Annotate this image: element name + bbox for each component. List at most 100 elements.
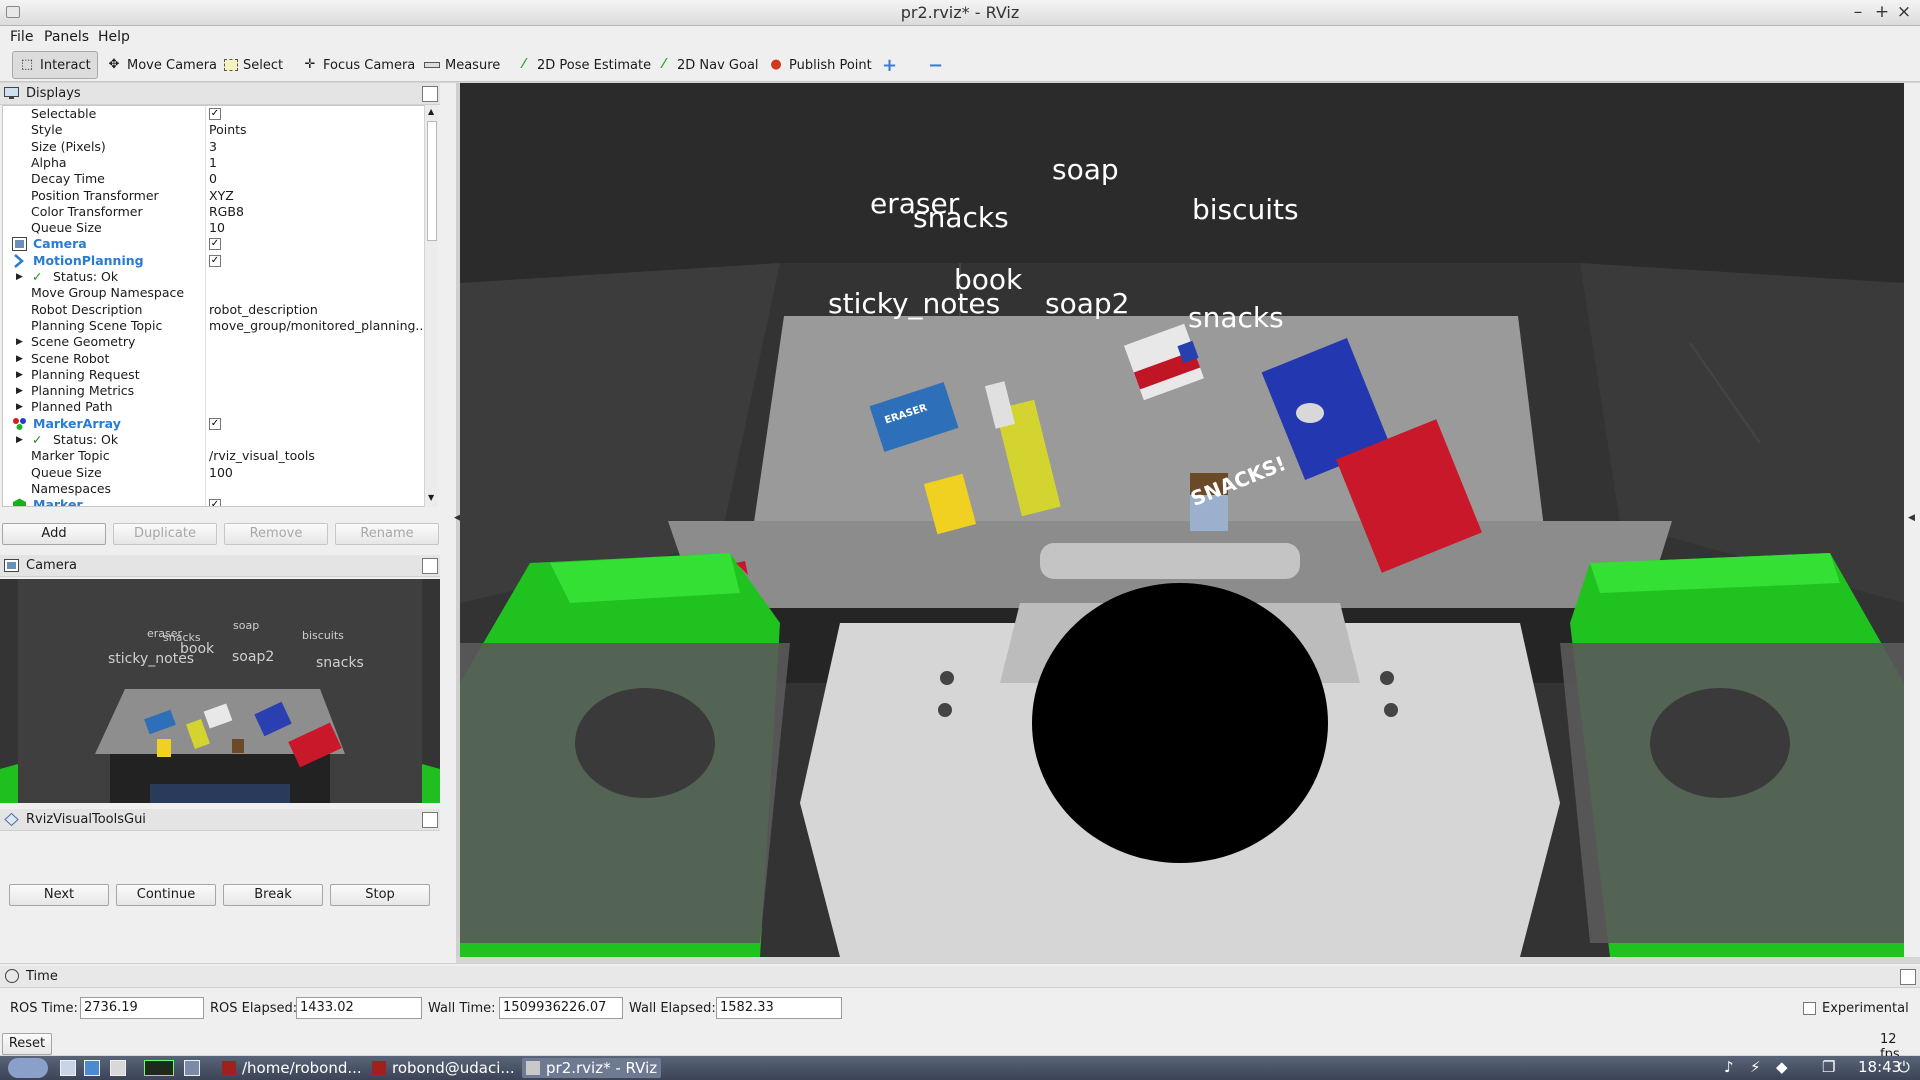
tool-publish-point[interactable]: ● Publish Point [762, 51, 878, 79]
displays-close-checkbox[interactable] [422, 86, 438, 102]
displays-tree[interactable]: Selectable ✓ Style Points Size (Pixels) 3 Alph… [2, 105, 426, 507]
camera-view[interactable]: eraser snacks soap biscuits sticky_notes… [0, 579, 440, 803]
tool-move-camera[interactable]: ✥ Move Camera [100, 51, 223, 79]
display-row[interactable]: ▶ Planning Request [3, 367, 423, 383]
display-row[interactable]: Size (Pixels) 3 [3, 139, 423, 155]
display-row[interactable]: Planning Scene Topic move_group/monitored… [3, 318, 423, 334]
display-row[interactable]: Robot Description robot_description [3, 302, 423, 318]
text-editor-icon[interactable] [110, 1060, 126, 1076]
display-property-value[interactable]: 10 [209, 220, 423, 236]
display-enabled-checkbox[interactable]: ✓ [209, 238, 221, 251]
expand-arrow-icon[interactable]: ▶ [16, 351, 23, 367]
display-property-value[interactable]: /rviz_visual_tools [209, 448, 423, 464]
wall-elapsed-field[interactable]: 1582.33 [716, 997, 842, 1019]
start-menu-icon[interactable] [8, 1058, 48, 1078]
expand-arrow-icon[interactable]: ▶ [16, 383, 23, 399]
reset-button[interactable]: Reset [2, 1033, 52, 1055]
continue-button[interactable]: Continue [116, 884, 216, 906]
task-rviz[interactable]: pr2.rviz* - RViz [522, 1058, 662, 1078]
display-row[interactable]: Decay Time 0 [3, 171, 423, 187]
display-row[interactable]: Camera ✓ [3, 236, 423, 252]
minimize-button[interactable]: – [1848, 2, 1868, 22]
display-enabled-checkbox[interactable]: ✓ [209, 417, 221, 430]
tool-interact[interactable]: ⬚ Interact [12, 51, 98, 79]
display-row[interactable]: MarkerArray ✓ [3, 416, 423, 432]
display-property-value[interactable]: 1 [209, 155, 423, 171]
task-home[interactable]: /home/robond... [222, 1058, 362, 1078]
next-button[interactable]: Next [9, 884, 109, 906]
display-property-value[interactable]: move_group/monitored_planning... [209, 318, 423, 334]
desktop-icon[interactable] [184, 1060, 200, 1076]
file-manager-icon[interactable] [60, 1060, 76, 1076]
rename-display-button[interactable]: Rename [335, 523, 439, 545]
display-row[interactable]: MotionPlanning ✓ [3, 253, 423, 269]
add-display-button[interactable]: Add [2, 523, 106, 545]
display-row[interactable]: ▶ ✓ Status: Ok [3, 269, 423, 285]
camera-panel-close-checkbox[interactable] [422, 558, 438, 574]
render-view[interactable]: soap eraser snacks biscuits book sticky_… [460, 83, 1904, 957]
stop-button[interactable]: Stop [330, 884, 430, 906]
scroll-down-icon[interactable]: ▼ [428, 493, 434, 502]
display-row[interactable]: Alpha 1 [3, 155, 423, 171]
tool-focus-camera[interactable]: ✛ Focus Camera [296, 51, 421, 79]
terminal-icon[interactable] [144, 1060, 174, 1076]
remove-tool-button[interactable]: − [922, 51, 949, 79]
task-robond[interactable]: robond@udaci... [372, 1058, 515, 1078]
network-icon[interactable]: ◆ [1776, 1058, 1788, 1076]
power-manager-icon[interactable]: ⚡ [1750, 1058, 1761, 1076]
display-enabled-checkbox[interactable]: ✓ [209, 108, 221, 120]
display-row[interactable]: ▶ ✓ Status: Ok [3, 432, 423, 448]
display-property-value[interactable]: robot_description [209, 302, 423, 318]
rvt-panel-close-checkbox[interactable] [422, 812, 438, 828]
shutdown-icon[interactable]: ⏻ [1898, 1058, 1910, 1076]
display-row[interactable]: Style Points [3, 122, 423, 138]
display-row[interactable]: Queue Size 100 [3, 465, 423, 481]
display-property-value[interactable]: Points [209, 122, 423, 138]
display-property-value[interactable]: RGB8 [209, 204, 423, 220]
display-row[interactable]: Move Group Namespace [3, 285, 423, 301]
expand-arrow-icon[interactable]: ▶ [16, 334, 23, 350]
display-row[interactable]: ▶ Scene Robot [3, 351, 423, 367]
close-button[interactable]: × [1894, 2, 1914, 22]
display-property-value[interactable]: 3 [209, 139, 423, 155]
tool-measure[interactable]: Measure [418, 51, 506, 79]
workspace-icon[interactable]: ❐ [1822, 1058, 1835, 1076]
display-row[interactable]: Marker Topic/rviz_visual_tools [3, 448, 423, 464]
scroll-up-icon[interactable]: ▲ [428, 107, 434, 116]
expand-arrow-icon[interactable]: ▶ [16, 399, 23, 415]
menu-panels[interactable]: Panels [44, 29, 89, 45]
scrollbar-thumb[interactable] [427, 121, 437, 241]
display-row[interactable]: ▶ Planning Metrics [3, 383, 423, 399]
display-enabled-checkbox[interactable]: ✓ [209, 254, 221, 267]
remove-display-button[interactable]: Remove [224, 523, 328, 545]
display-row[interactable]: Queue Size 10 [3, 220, 423, 236]
menu-help[interactable]: Help [98, 29, 130, 45]
expand-right-icon[interactable]: ◀ [1908, 513, 1915, 523]
display-row[interactable]: ▶ Planned Path [3, 399, 423, 415]
display-enabled-checkbox[interactable]: ✓ [209, 499, 221, 506]
expand-arrow-icon[interactable]: ▶ [16, 367, 23, 383]
tool-2d-pose-estimate[interactable]: ⁄ 2D Pose Estimate [510, 51, 657, 79]
ros-time-field[interactable]: 2736.19 [80, 997, 204, 1019]
menu-file[interactable]: File [10, 29, 33, 45]
experimental-checkbox[interactable] [1803, 1002, 1816, 1015]
display-row[interactable]: Selectable ✓ [3, 106, 423, 122]
display-property-value[interactable]: XYZ [209, 188, 423, 204]
wall-time-field[interactable]: 1509936226.07 [499, 997, 623, 1019]
display-row[interactable]: Namespaces [3, 481, 423, 497]
volume-icon[interactable]: ♪ [1724, 1058, 1734, 1076]
maximize-button[interactable]: + [1872, 2, 1892, 22]
display-row[interactable]: Color Transformer RGB8 [3, 204, 423, 220]
displays-scrollbar[interactable]: ▲ ▼ [424, 105, 438, 507]
ros-elapsed-field[interactable]: 1433.02 [296, 997, 422, 1019]
display-property-value[interactable]: 100 [209, 465, 423, 481]
display-property-value[interactable]: 0 [209, 171, 423, 187]
browser-icon[interactable] [84, 1060, 100, 1076]
duplicate-display-button[interactable]: Duplicate [113, 523, 217, 545]
display-row[interactable]: ▶ Scene Geometry [3, 334, 423, 350]
tool-select[interactable]: Select [218, 51, 289, 79]
tool-2d-nav-goal[interactable]: ⁄ 2D Nav Goal [650, 51, 765, 79]
display-row[interactable]: Position Transformer XYZ [3, 188, 423, 204]
time-panel-close-checkbox[interactable] [1900, 969, 1916, 985]
add-tool-button[interactable]: + [876, 51, 903, 79]
